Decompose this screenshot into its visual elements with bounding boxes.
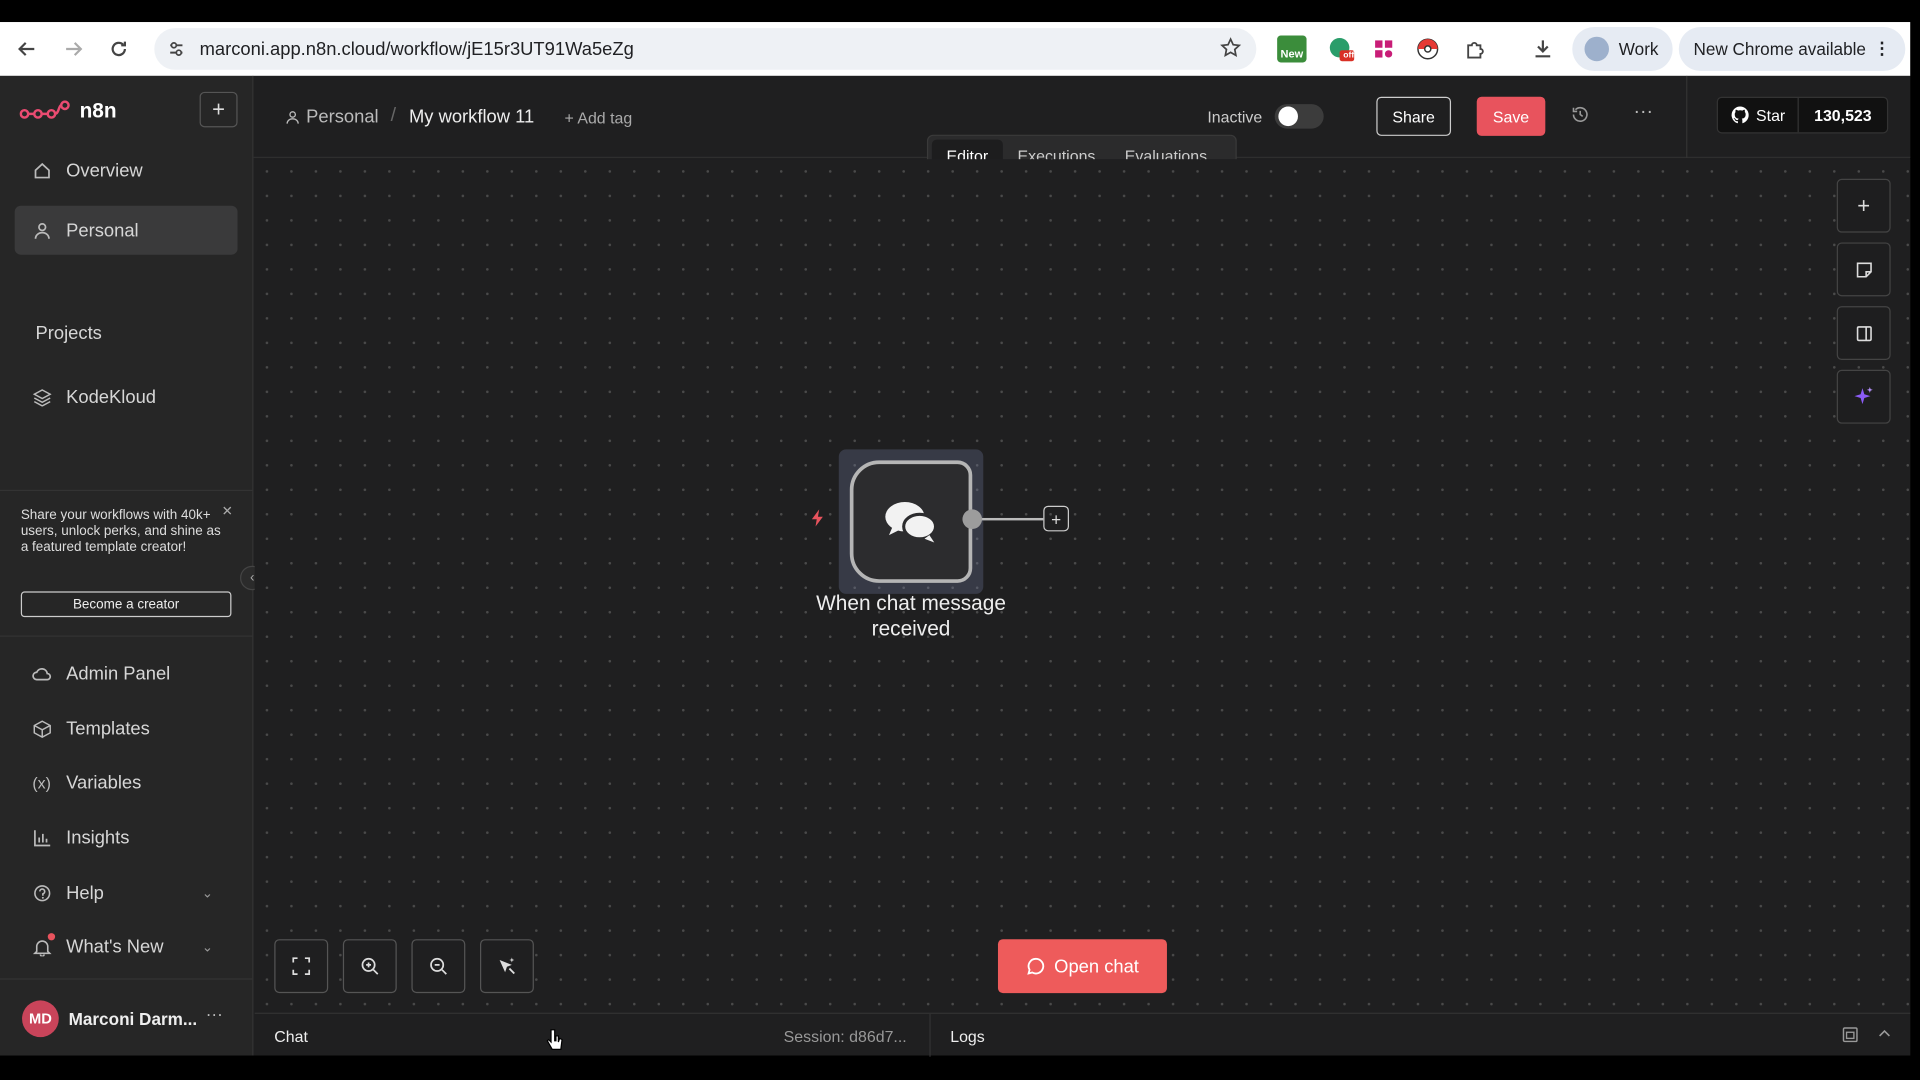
figma-extension-icon[interactable] — [1370, 36, 1397, 63]
notification-dot — [47, 933, 56, 941]
workflow-name[interactable]: My workflow 11 — [409, 107, 534, 128]
sidebar-item-help[interactable]: Help ⌄ — [15, 868, 238, 917]
toggle-knob — [1278, 106, 1298, 127]
chat-icon — [1027, 957, 1045, 975]
cloud-icon — [32, 664, 52, 684]
header-divider — [1686, 75, 1688, 158]
variable-icon: (x) — [32, 773, 51, 792]
panel-divider — [929, 1013, 931, 1057]
address-bar[interactable]: marconi.app.n8n.cloud/workflow/jE15r3UT9… — [154, 28, 1257, 70]
history-icon[interactable] — [1571, 105, 1589, 127]
sidebar-item-variables[interactable]: (x) Variables — [15, 758, 238, 807]
trigger-bolt-icon — [808, 508, 828, 532]
github-icon — [1731, 106, 1749, 124]
save-button[interactable]: Save — [1476, 96, 1546, 136]
zoom-out-icon[interactable] — [411, 939, 466, 994]
projects-heading: Projects — [35, 323, 102, 345]
avatar: MD — [22, 1000, 59, 1038]
help-icon — [32, 883, 52, 903]
panel-toggle-icon[interactable] — [1836, 306, 1891, 361]
back-icon[interactable] — [12, 34, 41, 63]
profile-button[interactable]: Work — [1572, 26, 1673, 72]
sidebar-item-kodekloud[interactable]: KodeKloud — [15, 372, 238, 421]
open-chat-button[interactable]: Open chat — [997, 939, 1167, 994]
chevron-up-icon[interactable] — [1877, 1026, 1892, 1044]
connection-line — [982, 517, 1044, 521]
creator-promo: Share your workflows with 40k+ users, un… — [0, 489, 254, 637]
github-star-widget[interactable]: Star 130,523 — [1716, 96, 1889, 134]
mouse-pointer-icon — [545, 1029, 565, 1060]
chat-trigger-node[interactable] — [849, 460, 973, 583]
pop-out-icon[interactable] — [1842, 1026, 1859, 1047]
logs-panel-tab[interactable]: Logs — [950, 1027, 985, 1045]
add-node-button[interactable]: + — [1836, 178, 1891, 233]
ai-assistant-sparkle-icon[interactable] — [1836, 369, 1891, 424]
forward-icon[interactable] — [59, 34, 88, 63]
sidebar-item-templates[interactable]: Templates — [15, 704, 238, 753]
add-tag-button[interactable]: + Add tag — [564, 109, 632, 127]
chrome-menu-icon[interactable]: ⋮ — [1873, 38, 1890, 59]
sidebar-item-admin-panel[interactable]: Admin Panel — [15, 649, 238, 698]
pokeball-extension-icon[interactable] — [1414, 36, 1441, 63]
session-id: Session: d86d7... — [783, 1027, 907, 1046]
github-star-count: 130,523 — [1814, 105, 1872, 125]
sticky-note-icon[interactable] — [1836, 242, 1891, 297]
breadcrumb-separator: / — [390, 105, 397, 127]
node-label: When chat message received — [816, 591, 1006, 641]
chat-panel-tab[interactable]: Chat — [274, 1027, 308, 1045]
fit-view-icon[interactable] — [274, 939, 329, 994]
new-chrome-available-button[interactable]: New Chrome available ⋮ — [1678, 26, 1906, 72]
url-text[interactable]: marconi.app.n8n.cloud/workflow/jE15r3UT9… — [200, 39, 634, 60]
sidebar-item-insights[interactable]: Insights — [15, 813, 238, 862]
zoom-in-icon[interactable] — [342, 939, 397, 994]
github-star-button[interactable]: Star — [1718, 97, 1799, 133]
more-options-icon[interactable]: ··· — [206, 1004, 223, 1024]
chevron-down-icon: ⌄ — [201, 885, 214, 901]
more-options-icon[interactable]: ··· — [1633, 102, 1653, 124]
bell-icon — [32, 933, 56, 957]
sidebar: n8n + Overview Personal Projects KodeKlo… — [0, 75, 265, 1056]
extension-new-icon[interactable]: New — [1277, 35, 1307, 63]
add-next-node-button[interactable]: + — [1043, 505, 1069, 532]
tidy-up-icon[interactable] — [480, 939, 534, 994]
become-creator-button[interactable]: Become a creator — [20, 591, 232, 618]
user-name: Marconi Darm... — [68, 1008, 198, 1029]
share-button[interactable]: Share — [1376, 96, 1452, 136]
workflow-canvas[interactable]: + + When chat message received Open chat — [254, 159, 1911, 1013]
site-settings-icon[interactable] — [167, 39, 187, 65]
sidebar-item-personal[interactable]: Personal — [14, 205, 238, 255]
breadcrumb-project[interactable]: Personal — [285, 107, 379, 127]
home-icon — [32, 160, 52, 180]
create-button[interactable]: + — [199, 91, 238, 128]
active-status-label: Inactive — [1207, 107, 1263, 127]
sidebar-item-overview[interactable]: Overview — [15, 146, 238, 195]
n8n-logo[interactable]: n8n — [19, 99, 117, 123]
chevron-down-icon: ⌄ — [201, 939, 214, 955]
reload-icon[interactable] — [104, 34, 133, 63]
chart-icon — [32, 828, 52, 848]
extensions-puzzle-icon[interactable] — [1462, 36, 1489, 63]
sidebar-item-whats-new[interactable]: What's New ⌄ — [15, 922, 238, 971]
bottom-panel-bar: Chat Session: d86d7... Logs — [254, 1012, 1911, 1057]
active-toggle[interactable] — [1274, 104, 1324, 129]
download-icon[interactable] — [1529, 36, 1556, 63]
promo-text: Share your workflows with 40k+ users, un… — [20, 508, 221, 555]
extension-off-icon[interactable]: off — [1327, 36, 1355, 63]
close-icon[interactable]: ✕ — [222, 503, 233, 519]
browser-toolbar: marconi.app.n8n.cloud/workflow/jE15r3UT9… — [0, 22, 1911, 76]
profile-avatar — [1584, 36, 1609, 62]
box-icon — [32, 719, 52, 739]
user-icon — [32, 220, 52, 240]
bookmark-star-icon[interactable] — [1220, 37, 1242, 65]
layers-icon — [32, 387, 52, 407]
chat-bubbles-icon — [885, 502, 938, 543]
output-handle[interactable] — [962, 509, 983, 529]
n8n-logo-mark — [19, 100, 70, 119]
n8n-app: n8n + Overview Personal Projects KodeKlo… — [0, 75, 1911, 1057]
user-icon — [286, 110, 299, 124]
user-menu[interactable]: MD Marconi Darm... ··· — [0, 978, 254, 1055]
